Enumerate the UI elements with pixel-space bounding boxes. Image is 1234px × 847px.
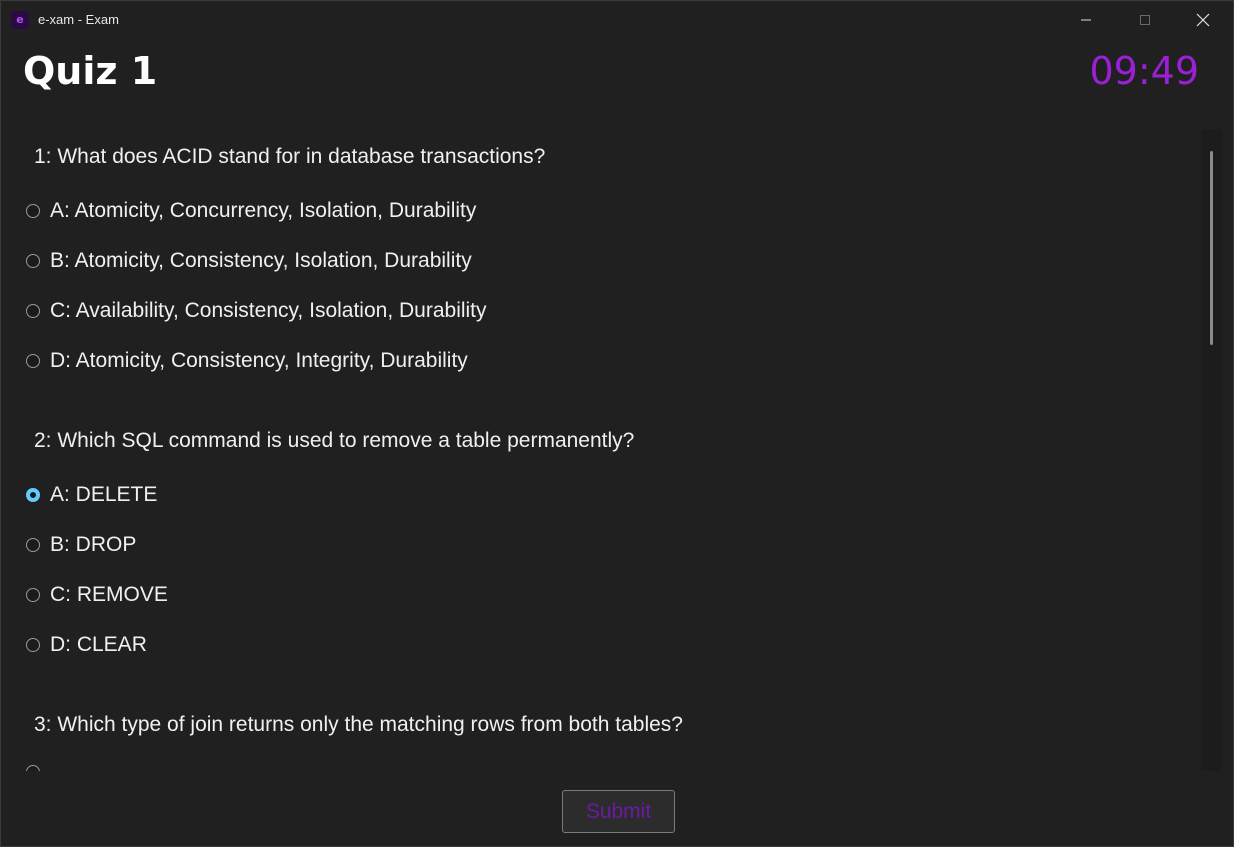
radio-button[interactable] <box>26 588 40 602</box>
vertical-scrollbar[interactable] <box>1201 129 1222 771</box>
radio-button[interactable] <box>26 638 40 652</box>
radio-button[interactable] <box>26 304 40 318</box>
app-logo-icon: e <box>11 11 29 29</box>
radio-button[interactable] <box>26 254 40 268</box>
radio-button[interactable] <box>26 538 40 552</box>
maximize-button[interactable] <box>1116 1 1174 39</box>
option-label: C: REMOVE <box>50 583 168 606</box>
page-title: Quiz 1 <box>23 49 158 93</box>
question-1-option-d[interactable]: D: Atomicity, Consistency, Integrity, Du… <box>26 346 468 376</box>
option-label: D: Atomicity, Consistency, Integrity, Du… <box>50 349 468 372</box>
radio-button[interactable] <box>26 354 40 368</box>
question-2-option-c[interactable]: C: REMOVE <box>26 580 168 610</box>
question-list[interactable]: 1: What does ACID stand for in database … <box>1 129 1201 771</box>
question-2-option-a[interactable]: A: DELETE <box>26 480 157 510</box>
option-label: B: DROP <box>50 533 137 556</box>
window-title: e-xam - Exam <box>38 12 119 27</box>
option-label: C: Availability, Consistency, Isolation,… <box>50 299 487 322</box>
question-2-option-d[interactable]: D: CLEAR <box>26 630 147 660</box>
question-2-text: 2: Which SQL command is used to remove a… <box>34 429 635 452</box>
submit-button[interactable]: Submit <box>562 790 675 833</box>
question-1-text: 1: What does ACID stand for in database … <box>34 145 546 168</box>
question-1-option-a[interactable]: A: Atomicity, Concurrency, Isolation, Du… <box>26 196 476 226</box>
question-3-option-a-partial[interactable] <box>26 757 50 771</box>
close-button[interactable] <box>1174 1 1232 39</box>
question-1-option-c[interactable]: C: Availability, Consistency, Isolation,… <box>26 296 487 326</box>
scrollbar-thumb[interactable] <box>1210 151 1213 345</box>
question-3-text: 3: Which type of join returns only the m… <box>34 713 683 736</box>
question-1-option-b[interactable]: B: Atomicity, Consistency, Isolation, Du… <box>26 246 472 276</box>
radio-button-selected[interactable] <box>26 488 40 502</box>
title-bar[interactable]: e e-xam - Exam <box>1 1 1233 39</box>
radio-button[interactable] <box>26 765 40 771</box>
minimize-icon <box>1081 19 1091 21</box>
app-window: e e-xam - Exam Quiz 1 09:49 1: What does… <box>0 0 1234 847</box>
option-label: B: Atomicity, Consistency, Isolation, Du… <box>50 249 472 272</box>
option-label: A: DELETE <box>50 483 158 506</box>
option-label: A: Atomicity, Concurrency, Isolation, Du… <box>50 199 477 222</box>
close-icon <box>1196 13 1210 27</box>
radio-button[interactable] <box>26 204 40 218</box>
maximize-icon <box>1140 15 1150 25</box>
minimize-button[interactable] <box>1057 1 1115 39</box>
question-2-option-b[interactable]: B: DROP <box>26 530 136 560</box>
option-label: D: CLEAR <box>50 633 147 656</box>
countdown-timer: 09:49 <box>1089 49 1199 93</box>
